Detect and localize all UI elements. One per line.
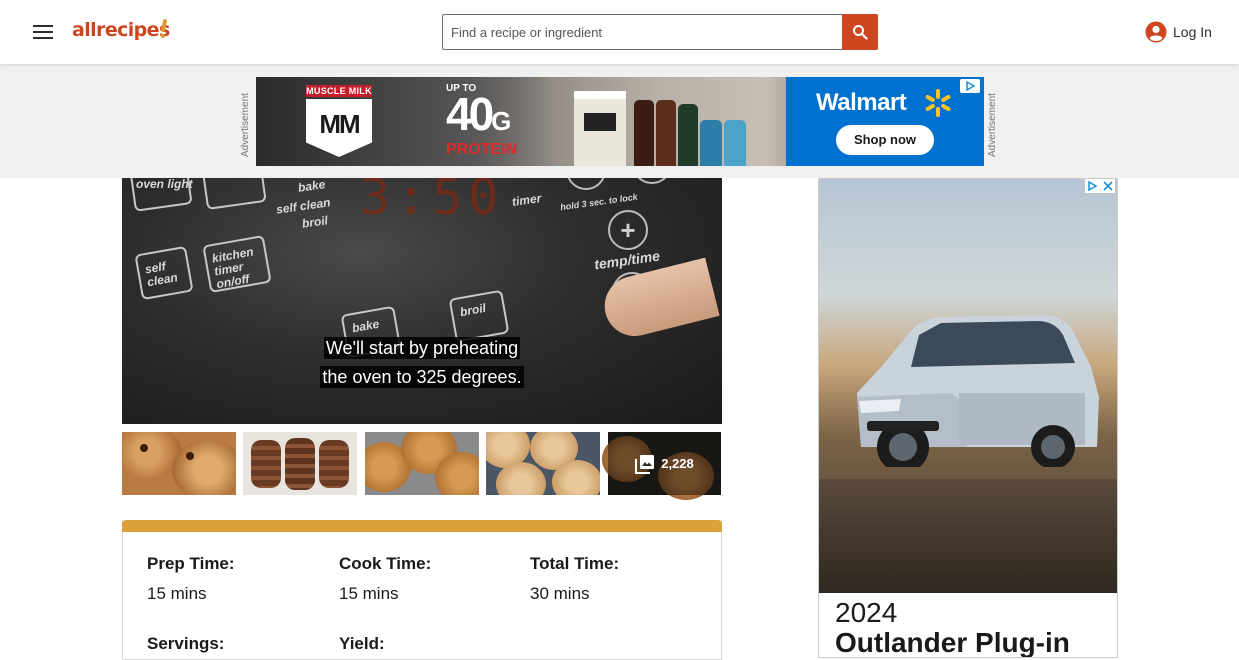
recipe-details-card: Prep Time: 15 mins Cook Time: 15 mins To…	[122, 520, 722, 660]
recipe-photo-thumbnail[interactable]	[486, 432, 600, 495]
suv-image	[857, 315, 1099, 467]
walmart-logo: Walmart	[816, 89, 907, 116]
plus-button-image: +	[608, 210, 648, 250]
recipe-details-accent-bar	[122, 520, 722, 532]
shake-bottle-image	[678, 104, 698, 166]
servings: Servings:	[147, 634, 224, 654]
account-icon	[1145, 21, 1167, 43]
oven-display: 3:50	[360, 178, 505, 226]
oven-label: temp/time	[593, 247, 661, 273]
recipe-photo-thumbnail[interactable]	[243, 432, 357, 495]
ad-headline: 40G	[446, 88, 512, 140]
yield: Yield:	[339, 634, 385, 654]
adchoices-icon[interactable]	[960, 79, 980, 93]
photo-gallery-button[interactable]: 2,228	[602, 432, 721, 500]
shop-now-button[interactable]: Shop now	[836, 125, 934, 155]
detail-value: 30 mins	[530, 584, 590, 603]
detail-value: 15 mins	[147, 584, 207, 603]
shake-bottle-image	[656, 100, 676, 166]
search-input[interactable]	[443, 15, 843, 49]
detail-label: Cook Time:	[339, 554, 432, 573]
prep-time: Prep Time: 15 mins	[147, 554, 235, 604]
recipe-video-player[interactable]: 3:50 oven light bake self clean broil ti…	[122, 178, 722, 424]
shake-bottle-image	[634, 100, 654, 166]
adchoices-icon[interactable]	[1085, 179, 1115, 193]
ad-brand-name: MUSCLE MILK	[306, 85, 372, 97]
total-time: Total Time: 30 mins	[530, 554, 619, 604]
detail-value: 15 mins	[339, 584, 399, 603]
logo-mark-icon	[161, 19, 167, 41]
search-button[interactable]	[842, 14, 878, 50]
oven-label: timer	[511, 191, 543, 209]
side-ad[interactable]: 2024 Outlander Plug-in	[818, 178, 1118, 658]
detail-label: Prep Time:	[147, 554, 235, 573]
site-header: allrecipes Log In	[0, 0, 1239, 64]
car-ad-image	[819, 179, 1117, 593]
search-bar	[442, 14, 878, 50]
video-caption-line: the oven to 325 degrees.	[320, 366, 524, 388]
login-button[interactable]: Log In	[1145, 21, 1212, 43]
shake-bottle-image	[724, 120, 746, 166]
search-icon	[853, 25, 868, 40]
finger-image	[598, 257, 720, 343]
shake-bottle-image	[700, 120, 722, 166]
advertisement-label: Advertisement	[987, 93, 998, 157]
oven-label: broil	[301, 213, 329, 231]
ad-subline: PROTEIN	[446, 141, 518, 158]
detail-label: Yield:	[339, 634, 385, 653]
oven-label: bake	[297, 178, 327, 195]
cook-time: Cook Time: 15 mins	[339, 554, 431, 604]
allrecipes-logo[interactable]: allrecipes	[72, 19, 170, 41]
ad-model-name: Outlander Plug-in	[835, 627, 1070, 658]
detail-label: Servings:	[147, 634, 225, 653]
advertisement-label: Advertisement	[240, 93, 251, 157]
protein-tub-image	[574, 91, 626, 166]
walmart-panel: Walmart Shop now	[786, 77, 984, 166]
hamburger-menu-icon[interactable]	[33, 24, 55, 40]
photo-gallery-icon	[635, 454, 655, 474]
ad-year: 2024	[835, 597, 898, 628]
login-label: Log In	[1173, 24, 1212, 40]
banner-ad[interactable]: MUSCLE MILK MM UP TO 40G PROTEIN Walmart…	[256, 77, 984, 166]
recipe-photo-thumbnail[interactable]	[122, 432, 236, 495]
detail-label: Total Time:	[530, 554, 620, 573]
photo-count: 2,228	[661, 456, 694, 471]
walmart-spark-icon	[925, 89, 951, 117]
video-caption-line: We'll start by preheating	[323, 337, 521, 359]
recipe-photo-thumbnail[interactable]	[365, 432, 479, 495]
